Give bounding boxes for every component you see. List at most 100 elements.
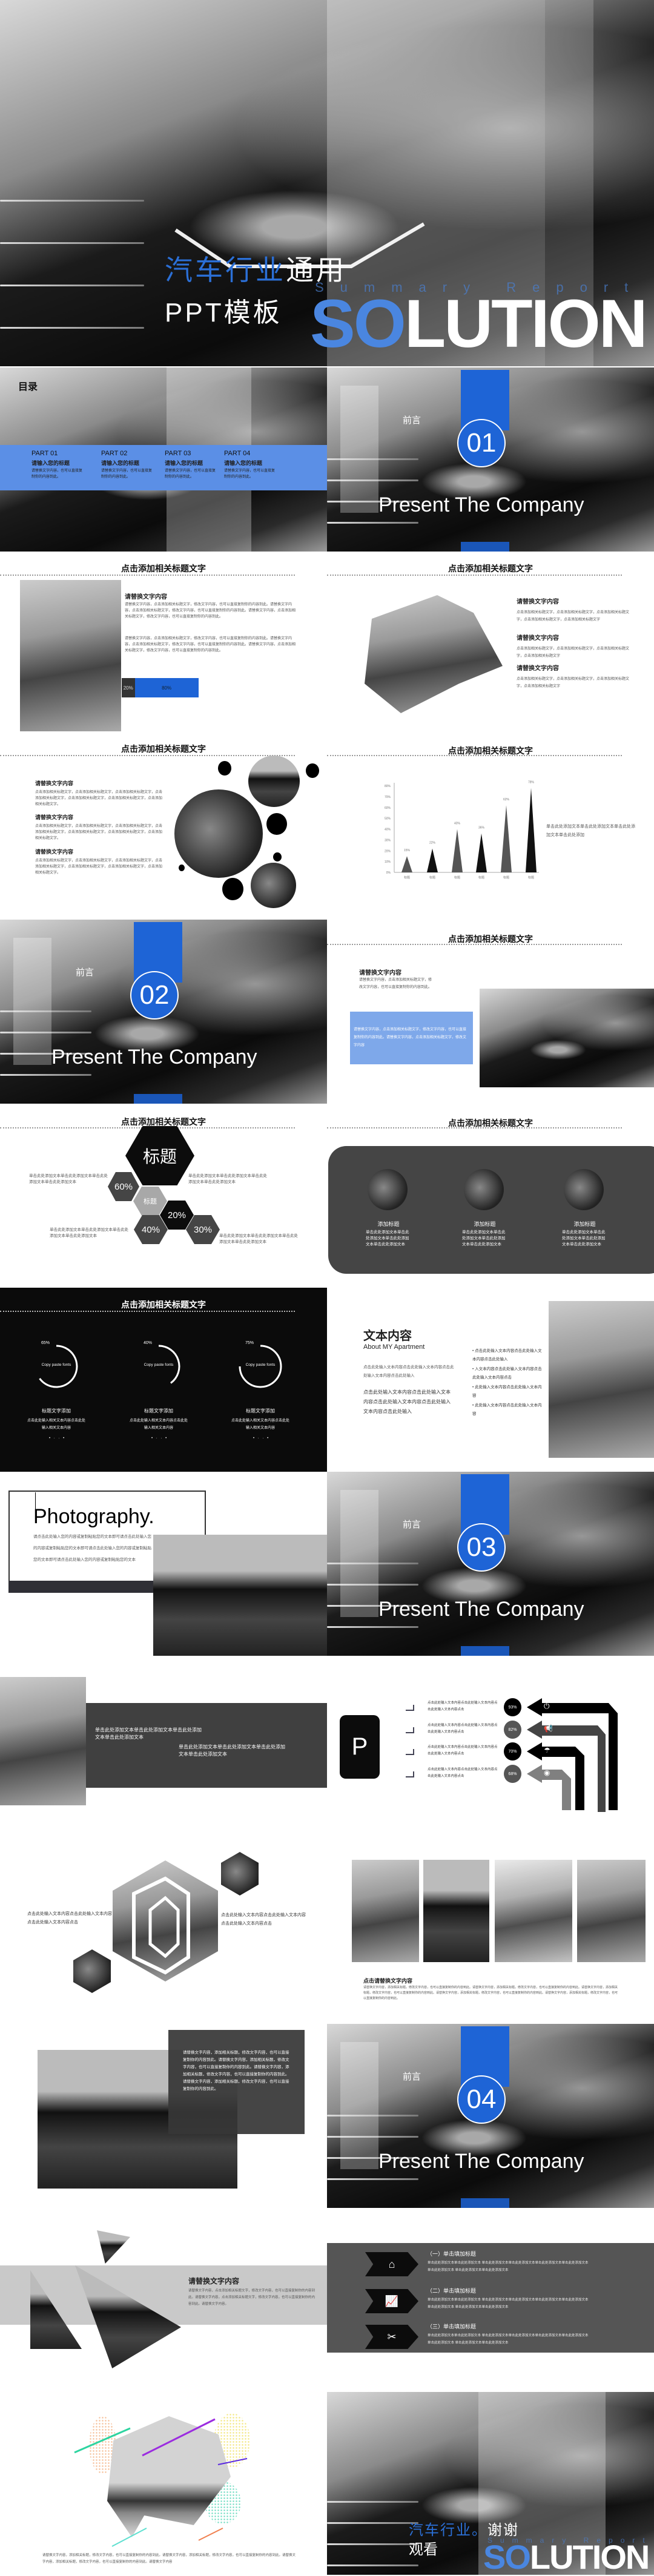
- data-label: 78%: [528, 781, 535, 785]
- ring-label: Copy paste fonts: [245, 1363, 276, 1367]
- dark-panel: [328, 1146, 654, 1274]
- part-label: PART 03: [165, 450, 191, 457]
- section-title: Present The Company: [378, 2150, 584, 2173]
- pager-dots[interactable]: • · · •: [49, 1437, 65, 1440]
- bullet-item: • 此处输入文本内容点击此处输入文本内容: [472, 1403, 542, 1416]
- x-tick-label: 标题: [503, 875, 509, 880]
- feature-item: 添加标题 单击此处添加文本单击此处添加文本单击此处添加文本单击此处添加文本: [366, 1220, 411, 1248]
- hex-outline: [132, 1876, 190, 1975]
- paragraph: 点击添加相关标题文字，点击添加相关标题文字，点击添加相关标题文字，点击添加相关标…: [35, 791, 163, 806]
- bullet-item: • 入文本内容点击此处输入文本内容点击此处输入文本内容点击: [472, 1367, 542, 1380]
- ring-percent: 75%: [245, 1341, 254, 1345]
- item-text: 单击此处添加文本单击此处添加文本 单击此处添加文本单击此处添加文本单击此处添加文…: [428, 2298, 589, 2309]
- box-text: 请替换文字内容，添加相关标题，修改文字内容，也可以直接复制你的内容到此。请替换文…: [183, 2051, 289, 2091]
- dark-text-box: 请替换文字内容，添加相关标题，修改文字内容，也可以直接复制你的内容到此。请替换文…: [168, 2030, 305, 2134]
- bracket-icon: [406, 1749, 414, 1755]
- section-title: Present The Company: [378, 1598, 584, 1621]
- bracket-icon: [406, 1705, 414, 1711]
- part-title: 请输入您的标题: [31, 460, 70, 466]
- y-tick-label: 60%: [385, 806, 391, 810]
- bar-6: [526, 788, 537, 872]
- text-block: 请替换文字内容 点击添加相关标题文字，点击添加相关标题文字，点击添加相关标题文字，…: [35, 813, 165, 842]
- hex-small-title: 标题: [133, 1187, 167, 1216]
- heading: 请替换文字内容: [517, 599, 559, 605]
- text-content-slide: 文本内容 About MY Apartment 点击此处输入文本内容点击此处输入…: [327, 1288, 654, 1472]
- decor-dot: [179, 865, 185, 871]
- chart-icon: 📈: [365, 2289, 418, 2313]
- y-tick-label: 70%: [385, 796, 391, 799]
- decor-dot: [306, 763, 319, 778]
- paragraph: 请替换文字内容，点击添加相关标题文字，修改文字内容，也可以直接复制你的内容到此。: [359, 978, 432, 989]
- data-label: 40%: [454, 822, 461, 826]
- bar-segment-dark: 20%: [122, 678, 135, 697]
- section-slide-1: 前言 01 Present The Company: [327, 367, 654, 552]
- y-tick-label: 40%: [385, 828, 391, 832]
- hex-photo-slide: 点击此处输入文本内容点击此处输入文本内容点击此处输入文本内容点击 点击此处输入文…: [0, 1840, 327, 2024]
- toc-part-4[interactable]: PART 04 请输入您的标题 请替换文字内容，也可以直接复制你的内容到此。: [224, 450, 277, 480]
- car-photo: [480, 989, 654, 1087]
- paragraph: 点击此处输入文本内容点击此处输入文本内容点击此处输入文本内容点击: [221, 1913, 306, 1926]
- hex-text: 单击此处添加文本单击此处添加文本单击此处添加文本单击此处添加文本: [29, 1174, 108, 1184]
- toc-part-1[interactable]: PART 01 请输入您的标题 请替换文字内容，也可以直接复制你的内容到此。: [31, 450, 85, 480]
- ring-label: Copy paste fonts: [144, 1363, 174, 1367]
- y-tick-label: 20%: [385, 849, 391, 853]
- progress-bar: 20% 80%: [122, 678, 266, 697]
- van-photo: [549, 1301, 654, 1458]
- part-label: PART 01: [31, 450, 58, 457]
- subheading: About MY Apartment: [363, 1343, 425, 1351]
- color-streaks: [74, 2418, 248, 2547]
- data-label: 22%: [429, 842, 436, 845]
- section-label: 前言: [403, 1520, 421, 1530]
- ending-slide: 汽车行业。谢谢 观看 Summary Report SOLUTION: [327, 2392, 654, 2575]
- pager-dots[interactable]: • · · •: [151, 1437, 168, 1440]
- y-tick-label: 10%: [385, 860, 391, 864]
- content-slide-bar: 点击添加相关标题文字 请替换文字内容 请替换文字内容，点击添加相关标题文字，修改…: [0, 552, 327, 736]
- slide-title: 点击添加相关标题文字: [448, 934, 533, 944]
- box-text: 单击此处添加文本单击此处添加文本单击此处添加文本单击此处添加文本: [179, 1744, 285, 1757]
- dark-box-slide: 单击此处添加文本单击此处添加文本单击此处添加文本单击此处添加文本 单击此处添加文…: [0, 1656, 327, 1840]
- chart-note: 单击此处添加文本单击此处添加文本单击此处添加文本单击此处添加: [546, 825, 635, 837]
- pager-dots[interactable]: • · · •: [253, 1437, 269, 1440]
- slide-title: 点击添加相关标题文字: [121, 564, 206, 573]
- paragraph: 请替换文字内容，点击添加相关标题文字，修改文字内容，也可以直接复制你的内容到此。…: [188, 2289, 315, 2306]
- toc-part-3[interactable]: PART 03 请输入您的标题 请替换文字内容，也可以直接复制你的内容到此。: [165, 450, 218, 480]
- item-text: 点击此处输入文本内容点击此处输入文本内容点击此处输入文本内容点击: [428, 1724, 498, 1734]
- bar-4: [476, 833, 487, 872]
- bar-1: [401, 856, 412, 872]
- feature-text: 单击此处添加文本单击此处添加文本单击此处添加文本单击此处添加文本: [462, 1230, 506, 1247]
- data-label: 62%: [503, 798, 510, 802]
- paragraph: 请替换文字内容，添加相关标题，修改文字内容，也可以直接复制你的内容到此。请替换文…: [363, 1986, 618, 2000]
- item-title: （一）单击填加标题: [427, 2251, 477, 2257]
- feature-text: 单击此处添加文本单击此处添加文本单击此处添加文本单击此处添加文本: [562, 1230, 606, 1247]
- item-text: 点击此处输入文本内容点击此处输入文本内容点击此处输入文本内容点击: [428, 1701, 498, 1711]
- item-title: （二）单击填加标题: [427, 2288, 477, 2294]
- paragraph: 请替换文字内容，点击添加相关标题文字，修改文字内容，也可以直接复制你的内容到此。…: [125, 603, 296, 619]
- box-text: 单击此处添加文本单击此处添加文本单击此处添加文本单击此处添加文本: [95, 1727, 202, 1740]
- hex-text: 单击此处添加文本单击此处添加文本单击此处添加文本单击此处添加文本: [219, 1234, 298, 1244]
- list-slide: ⌂ （一）单击填加标题 单击此处添加文本单击此处添加文本 单击此处添加文本单击此…: [327, 2208, 654, 2392]
- item-text: 点击此处输入相关文本内容点击此处输入相关文本内容: [231, 1419, 290, 1430]
- circle-photo: [251, 863, 296, 908]
- paragraph: 点击添加相关标题文字，点击添加相关标题文字，点击添加相关标题文字，点击添加相关标…: [35, 825, 163, 840]
- text-block: 请替换文字内容 点击添加相关标题文字，点击添加相关标题文字，点击添加相关标题文字，…: [35, 848, 165, 876]
- content-slide-brush: 点击添加相关标题文字 请替换文字内容 点击添加相关标题文字，点击添加相关标题文字，…: [327, 552, 654, 736]
- ring-percent: 40%: [144, 1341, 153, 1345]
- circle-photo: [248, 756, 300, 807]
- content-slide-circles: 点击添加相关标题文字 请替换文字内容 点击添加相关标题文字，点击添加相关标题文字，…: [0, 736, 327, 920]
- section-label: 前言: [403, 415, 421, 426]
- percent-badge: 93%: [504, 1698, 521, 1716]
- ring-label: Copy paste fonts: [41, 1363, 71, 1367]
- heading: 请替换文字内容: [35, 849, 74, 855]
- decor-dot: [222, 878, 243, 900]
- section-number: 01: [457, 419, 506, 467]
- toc-part-2[interactable]: PART 02 请输入您的标题 请替换文字内容，也可以直接复制你的内容到此。: [101, 450, 154, 480]
- paragraph: 点击此处输入文本内容点击此处输入文本内容点击此处输入文本内容点击此处输入: [363, 1365, 454, 1378]
- megaphone-icon: 📢: [544, 1724, 553, 1733]
- bar-3: [452, 829, 463, 872]
- feature-text: 单击此处添加文本单击此处添加文本单击此处添加文本单击此处添加文本: [366, 1230, 409, 1247]
- paragraph: 请替换文字内容，添加相关标题，修改文字内容，也可以直接复制你的内容到此。请替换文…: [42, 2554, 296, 2564]
- heading: 请替换文字内容: [517, 665, 559, 672]
- item-title: 标题文字添加: [144, 1408, 173, 1414]
- x-tick-label: 标题: [454, 875, 460, 880]
- gallery-photo-1: [352, 1860, 419, 1962]
